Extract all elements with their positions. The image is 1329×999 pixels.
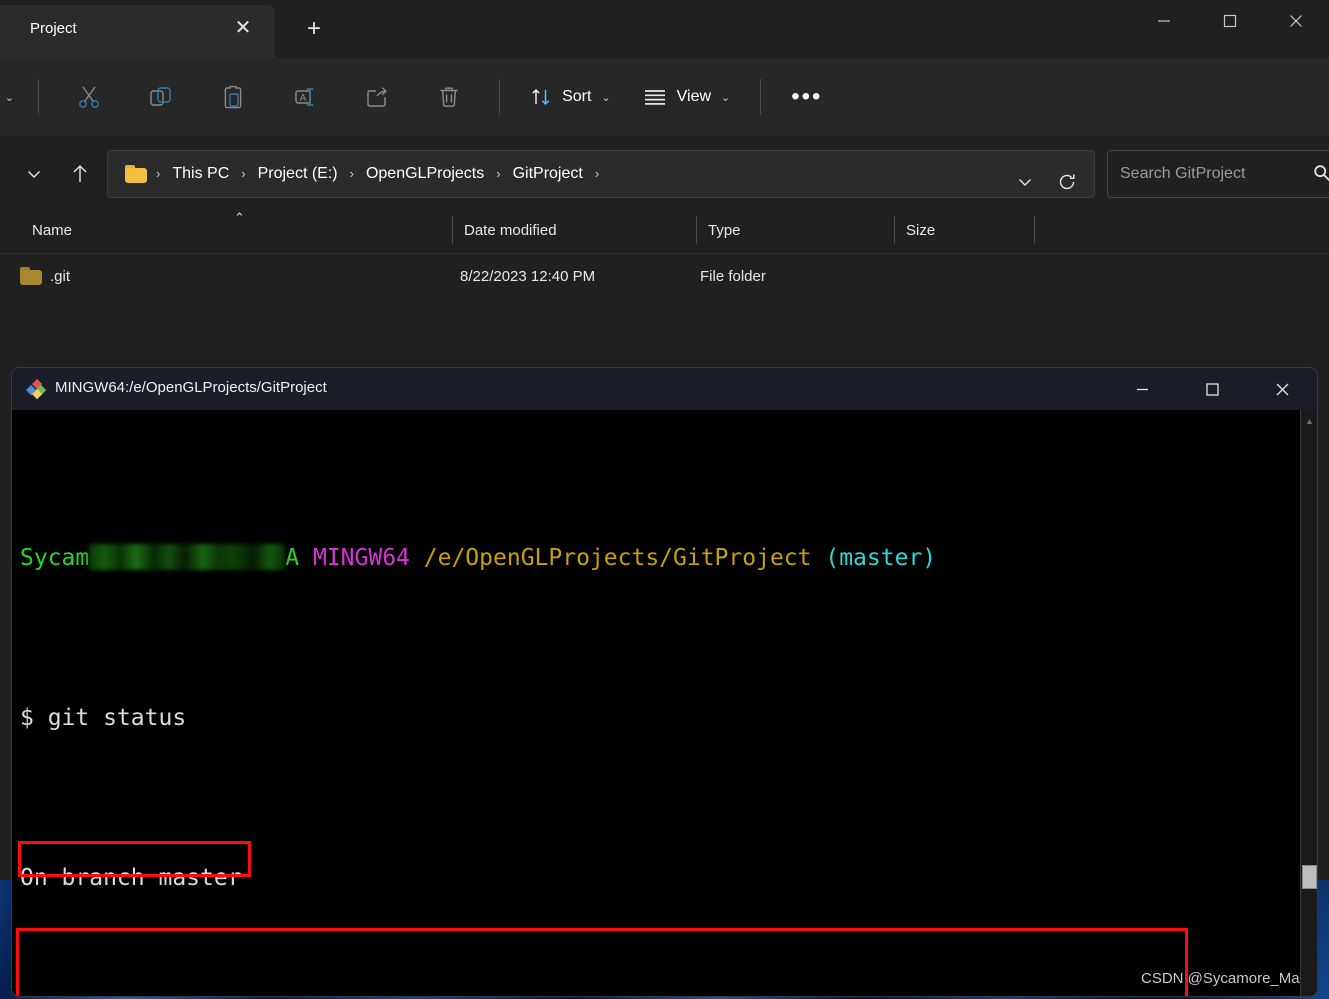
sort-button[interactable]: Sort ⌄ [518,78,623,116]
terminal-scrollbar[interactable]: ▲ [1300,410,1317,996]
rename-button[interactable]: A [281,75,329,119]
maximize-icon[interactable] [1197,0,1263,42]
view-button-label: View [676,88,712,105]
breadcrumb-separator: › [496,166,501,181]
explorer-tab-title: Project [30,20,77,37]
view-icon [643,86,667,108]
history-dropdown-button[interactable] [14,154,54,194]
address-row: › This PC › Project (E:) › OpenGLProject… [0,142,1329,206]
terminal-title: MINGW64:/e/OpenGLProjects/GitProject [55,379,327,396]
breadcrumb-item-openglprojects[interactable]: OpenGLProjects [363,161,487,187]
chevron-down-icon: ⌄ [601,91,611,104]
terminal-command-line: $ git status [20,705,187,731]
tab-close-icon[interactable]: ✕ [228,17,258,41]
maximize-icon[interactable] [1177,368,1247,410]
folder-icon [125,165,147,183]
paste-button[interactable] [209,75,257,119]
cell-type: File folder [700,267,766,285]
prompt-user-suffix: A [285,545,300,571]
toolbar-divider-3 [760,79,762,115]
terminal-window-controls [1107,368,1317,410]
column-header-date-modified[interactable]: Date modified [452,206,696,254]
new-tab-icon[interactable]: + [296,16,332,43]
chevron-down-icon: ⌄ [4,91,15,104]
svg-text:A: A [300,93,307,104]
column-header-row: ⌃ Name Date modified Type Size [0,206,1329,254]
breadcrumb-separator-trailing: › [594,166,600,181]
terminal-prompt-line: Sycam A MINGW64 /e/OpenGLProjects/GitProj… [20,542,1300,574]
redacted-hostname [89,544,286,570]
breadcrumb-separator: › [241,166,246,181]
explorer-titlebar: Project ✕ + [0,0,1329,58]
view-button[interactable]: View ⌄ [631,78,743,116]
sort-icon [530,86,552,108]
prompt-shell: MINGW64 [312,545,410,571]
copy-button[interactable] [137,75,185,119]
more-options-button[interactable]: ••• [775,85,838,109]
cut-button[interactable] [65,75,113,119]
close-icon[interactable] [1263,0,1329,42]
watermark: CSDN @Sycamore_Ma [1141,970,1300,987]
close-icon[interactable] [1247,368,1317,410]
chevron-down-icon: ⌄ [721,91,731,104]
prompt-branch: (master) [825,545,937,571]
breadcrumb-item-gitproject[interactable]: GitProject [510,161,586,187]
cell-date-modified: 8/22/2023 12:40 PM [460,267,596,285]
toolbar-divider-2 [499,79,501,115]
table-row[interactable]: .git 8/22/2023 12:40 PM File folder [0,254,1329,298]
screen: Project ✕ + w ⌄ [0,0,1329,999]
terminal-output[interactable]: Sycam A MINGW64 /e/OpenGLProjects/GitProj… [12,410,1300,996]
share-button[interactable] [353,75,401,119]
new-button[interactable]: w ⌄ [0,81,24,114]
scroll-up-icon[interactable]: ▲ [1301,412,1317,429]
search-box[interactable]: Search GitProject [1107,150,1329,198]
refresh-icon[interactable] [1050,165,1084,199]
git-bash-icon [25,378,47,400]
address-chevron-down-icon[interactable] [1008,165,1042,199]
breadcrumb-item-project-e[interactable]: Project (E:) [255,161,341,187]
breadcrumb-item-this-pc[interactable]: This PC [169,161,232,187]
search-icon[interactable] [1312,163,1329,188]
explorer-window-controls [1131,0,1329,42]
toolbar-divider [38,79,40,115]
scrollbar-thumb[interactable] [1302,865,1317,889]
folder-icon [20,267,42,285]
column-divider[interactable] [1034,216,1035,244]
column-header-size[interactable]: Size [894,206,1034,254]
sort-button-label: Sort [562,88,592,105]
column-header-name[interactable]: Name [20,206,452,254]
breadcrumb-bar[interactable]: › This PC › Project (E:) › OpenGLProject… [107,150,1095,198]
prompt-path: /e/OpenGLProjects/GitProject [423,545,812,571]
git-bash-window: MINGW64:/e/OpenGLProjects/GitProject Syc… [12,368,1317,996]
breadcrumb-separator: › [349,166,354,181]
explorer-toolbar: w ⌄ [0,58,1329,136]
delete-button[interactable] [425,75,473,119]
minimize-icon[interactable] [1107,368,1177,410]
breadcrumb-separator: › [156,166,161,181]
search-input[interactable]: Search GitProject [1120,165,1245,183]
column-header-type[interactable]: Type [696,206,894,254]
prompt-user: Sycam [20,545,90,571]
minimize-icon[interactable] [1131,0,1197,42]
terminal-output-line-branch: On branch master [20,865,242,891]
terminal-titlebar: MINGW64:/e/OpenGLProjects/GitProject [12,368,1317,410]
up-button[interactable] [60,154,100,194]
cell-name: .git [50,267,71,285]
